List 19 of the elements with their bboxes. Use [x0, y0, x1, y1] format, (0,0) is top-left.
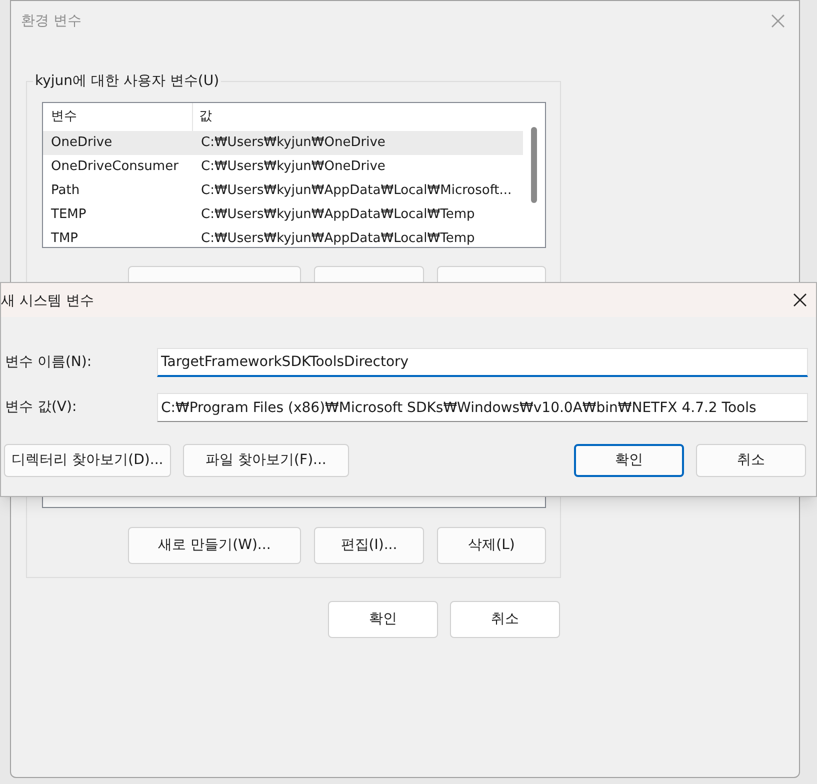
scrollbar-thumb[interactable] — [531, 127, 537, 203]
field-label: 변수 값(V): — [4, 398, 78, 417]
dialog-button[interactable]: 삭제(L) — [437, 527, 546, 564]
window-title: 새 시스템 변수 — [1, 292, 94, 310]
close-icon[interactable] — [793, 293, 807, 307]
dialog-button[interactable]: 새로 만들기(W)... — [128, 527, 301, 564]
column-header[interactable]: 값 — [193, 107, 212, 127]
dialog-button[interactable]: 확인 — [328, 601, 438, 638]
dialog-button[interactable]: 취소 — [450, 601, 560, 638]
field-label: 변수 이름(N): — [4, 353, 93, 372]
list-row[interactable]: OneDrive C:₩Users₩kyjun₩OneDrive — [43, 131, 523, 155]
browse-button[interactable]: 디렉터리 찾아보기(D)... — [4, 444, 171, 477]
dialog-button[interactable]: 취소 — [696, 444, 806, 477]
browse-button[interactable]: 파일 찾아보기(F)... — [183, 444, 349, 477]
input-field[interactable]: C:₩Program Files (x86)₩Microsoft SDKs₩Windows₩v10.0A₩bin₩NETFX 4.7.2 Tools — [157, 393, 808, 422]
dialog-button[interactable]: 편집(I)... — [314, 527, 424, 564]
window-title: 환경 변수 — [21, 12, 82, 30]
input-field[interactable]: TargetFrameworkSDKToolsDirectory — [157, 348, 808, 377]
dialog-button[interactable]: 확인 — [574, 444, 684, 477]
